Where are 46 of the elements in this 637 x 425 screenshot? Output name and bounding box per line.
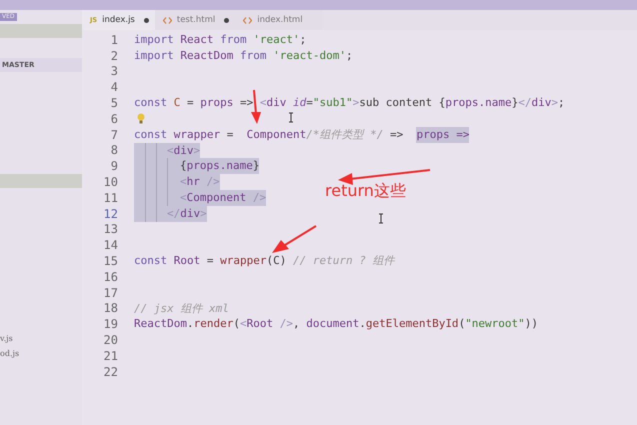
code-line: import React from 'react'; [134,32,306,48]
line-number: 2 [110,48,118,63]
code-line: <hr /> [180,174,220,190]
annotation-arrow [272,225,317,253]
code-line: const C = props => <div id="sub1">sub content {props.name}</div>; [134,95,565,111]
code-line: <Component /> [180,190,266,206]
line-number: 6 [110,112,118,126]
code-line: const Root = wrapper(C) // return ? 组件 [134,253,394,269]
code-brackets-icon [243,16,252,24]
code-line: <div> [167,142,200,158]
code-line: ReactDom.render(<Root />, document.getElementById("newroot")) [134,316,538,332]
text-cursor-icon [378,214,384,224]
file-item[interactable]: od.js [0,346,82,361]
lightbulb-icon[interactable] [137,113,145,124]
line-number: 17 [102,286,118,300]
line-number: 21 [102,348,118,363]
line-number: 4 [110,80,118,94]
line-number: 9 [110,159,118,174]
line-number: 5 [110,96,118,110]
line-number: 3 [110,64,118,78]
line-number: 8 [110,143,118,158]
modified-dot-icon [144,18,149,22]
line-number: 12 [102,206,118,221]
text-cursor-icon [288,112,294,122]
code-line: </div> [167,206,207,222]
line-number: 10 [102,175,118,190]
code-line: import ReactDom from 'react-dom'; [134,48,353,64]
line-number: 18 [102,301,118,316]
line-number: 19 [102,317,118,332]
line-number: 14 [102,238,118,252]
code-brackets-icon [162,16,172,24]
code-line: {props.name} [180,158,260,174]
line-number: 1 [110,32,118,47]
code-line: // jsx 组件 xml [134,300,229,316]
annotation-arrow [251,90,261,124]
line-number: 22 [102,364,118,379]
annotation-text: return这些 [325,181,406,202]
file-item[interactable]: v.js [0,331,82,346]
line-number: 20 [102,333,118,348]
line-number: 16 [102,270,118,284]
line-number: 13 [102,222,118,236]
code-line: const wrapper = Component/*组件类型 */ => props => [134,126,470,143]
modified-dot-icon [224,18,230,22]
line-number: 15 [102,254,118,268]
line-number: 7 [110,128,118,142]
line-number: 11 [102,190,118,205]
